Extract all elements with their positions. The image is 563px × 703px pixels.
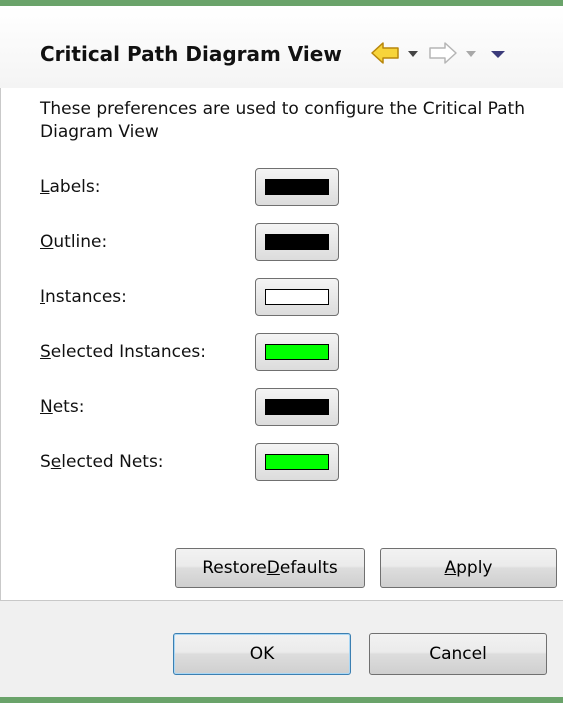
preference-row-outline: Outline: [40, 223, 360, 263]
view-menu-icon[interactable] [490, 40, 506, 70]
nets-color-swatch [265, 399, 329, 415]
nets-color-label: Nets: [40, 397, 85, 417]
preference-row-instances: Instances: [40, 278, 360, 318]
nets-color-button[interactable] [255, 388, 339, 426]
selected-instances-color-button[interactable] [255, 333, 339, 371]
selected-nets-color-button[interactable] [255, 443, 339, 481]
window-bottom-accent [0, 697, 563, 703]
page-title: Critical Path Diagram View [40, 42, 342, 66]
outline-color-label: Outline: [40, 232, 108, 252]
instances-color-button[interactable] [255, 278, 339, 316]
back-arrow-icon[interactable] [370, 40, 400, 70]
preference-row-selected-nets: Selected Nets: [40, 443, 360, 483]
preference-row-nets: Nets: [40, 388, 360, 428]
cancel-button[interactable]: Cancel [369, 633, 547, 675]
labels-color-swatch [265, 179, 329, 195]
selected-nets-color-swatch [265, 454, 329, 470]
instances-color-label: Instances: [40, 287, 127, 307]
ok-button[interactable]: OK [173, 633, 351, 675]
labels-color-label: Labels: [40, 177, 101, 197]
forward-arrow-icon[interactable] [428, 40, 458, 70]
window-left-border [0, 6, 1, 703]
selected-nets-color-label: Selected Nets: [40, 452, 164, 472]
restore-defaults-button[interactable]: Restore Defaults [175, 548, 365, 588]
preference-row-labels: Labels: [40, 168, 360, 208]
back-history-dropdown-icon[interactable] [406, 40, 420, 70]
page-header: Critical Path Diagram View [0, 6, 563, 88]
instances-color-swatch [265, 289, 329, 305]
preference-row-selected-instances: Selected Instances: [40, 333, 360, 373]
outline-color-button[interactable] [255, 223, 339, 261]
page-description: These preferences are used to configure … [40, 99, 525, 142]
forward-history-dropdown-icon[interactable] [464, 40, 478, 70]
labels-color-button[interactable] [255, 168, 339, 206]
dialog-button-bar: OK Cancel [0, 601, 563, 697]
apply-button[interactable]: Apply [380, 548, 557, 588]
selected-instances-color-swatch [265, 344, 329, 360]
selected-instances-color-label: Selected Instances: [40, 342, 206, 362]
outline-color-swatch [265, 234, 329, 250]
